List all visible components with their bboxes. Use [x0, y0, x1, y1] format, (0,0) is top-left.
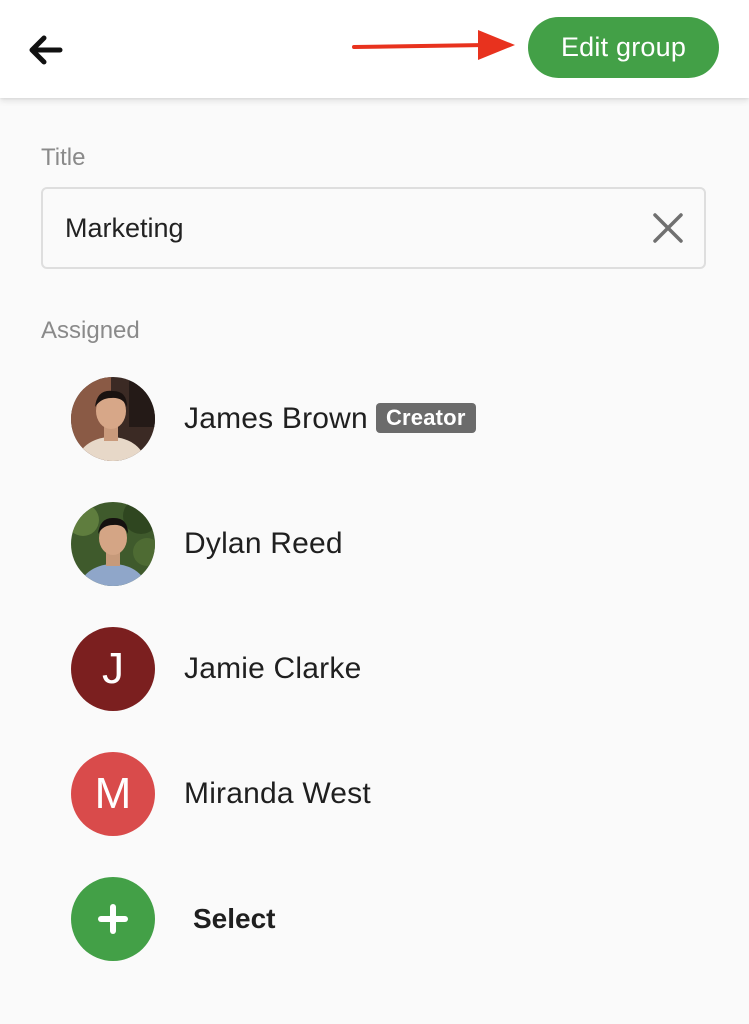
back-button[interactable]: [22, 26, 70, 74]
title-field[interactable]: Marketing: [41, 187, 706, 269]
avatar-photo-image: [71, 377, 155, 461]
edit-group-button[interactable]: Edit group: [528, 17, 719, 78]
member-row[interactable]: J Jamie Clarke: [71, 627, 711, 711]
member-row[interactable]: Dylan Reed: [71, 502, 711, 586]
title-label: Title: [41, 144, 86, 171]
member-name: James Brown Creator: [184, 377, 476, 461]
member-name: Miranda West: [184, 777, 371, 810]
member-row[interactable]: James Brown Creator: [71, 377, 711, 461]
avatar-initial: J: [102, 644, 124, 693]
title-input[interactable]: Marketing: [65, 189, 184, 267]
avatar: J: [71, 627, 155, 711]
avatar-photo-image: [71, 502, 155, 586]
red-arrow-pointer-icon: [352, 30, 515, 60]
edit-group-screen: Edit group Title Marketing Assigned Jame…: [0, 0, 749, 1024]
plus-icon: [98, 904, 128, 934]
avatar: M: [71, 752, 155, 836]
add-member-avatar: [71, 877, 155, 961]
member-name: Dylan Reed: [184, 527, 343, 560]
member-name-text: James Brown: [184, 402, 368, 435]
close-icon: [653, 213, 683, 243]
creator-badge: Creator: [375, 403, 476, 434]
avatar-initial: M: [94, 769, 132, 818]
clear-title-button[interactable]: [650, 210, 686, 246]
arrow-left-icon: [29, 35, 63, 65]
select-members-button[interactable]: Select: [71, 877, 711, 961]
select-label: Select: [193, 903, 276, 934]
assigned-label: Assigned: [41, 317, 140, 344]
app-bar: Edit group: [0, 0, 749, 98]
avatar: [71, 502, 155, 586]
avatar: [71, 377, 155, 461]
member-row[interactable]: M Miranda West: [71, 752, 711, 836]
member-name: Jamie Clarke: [184, 652, 362, 685]
